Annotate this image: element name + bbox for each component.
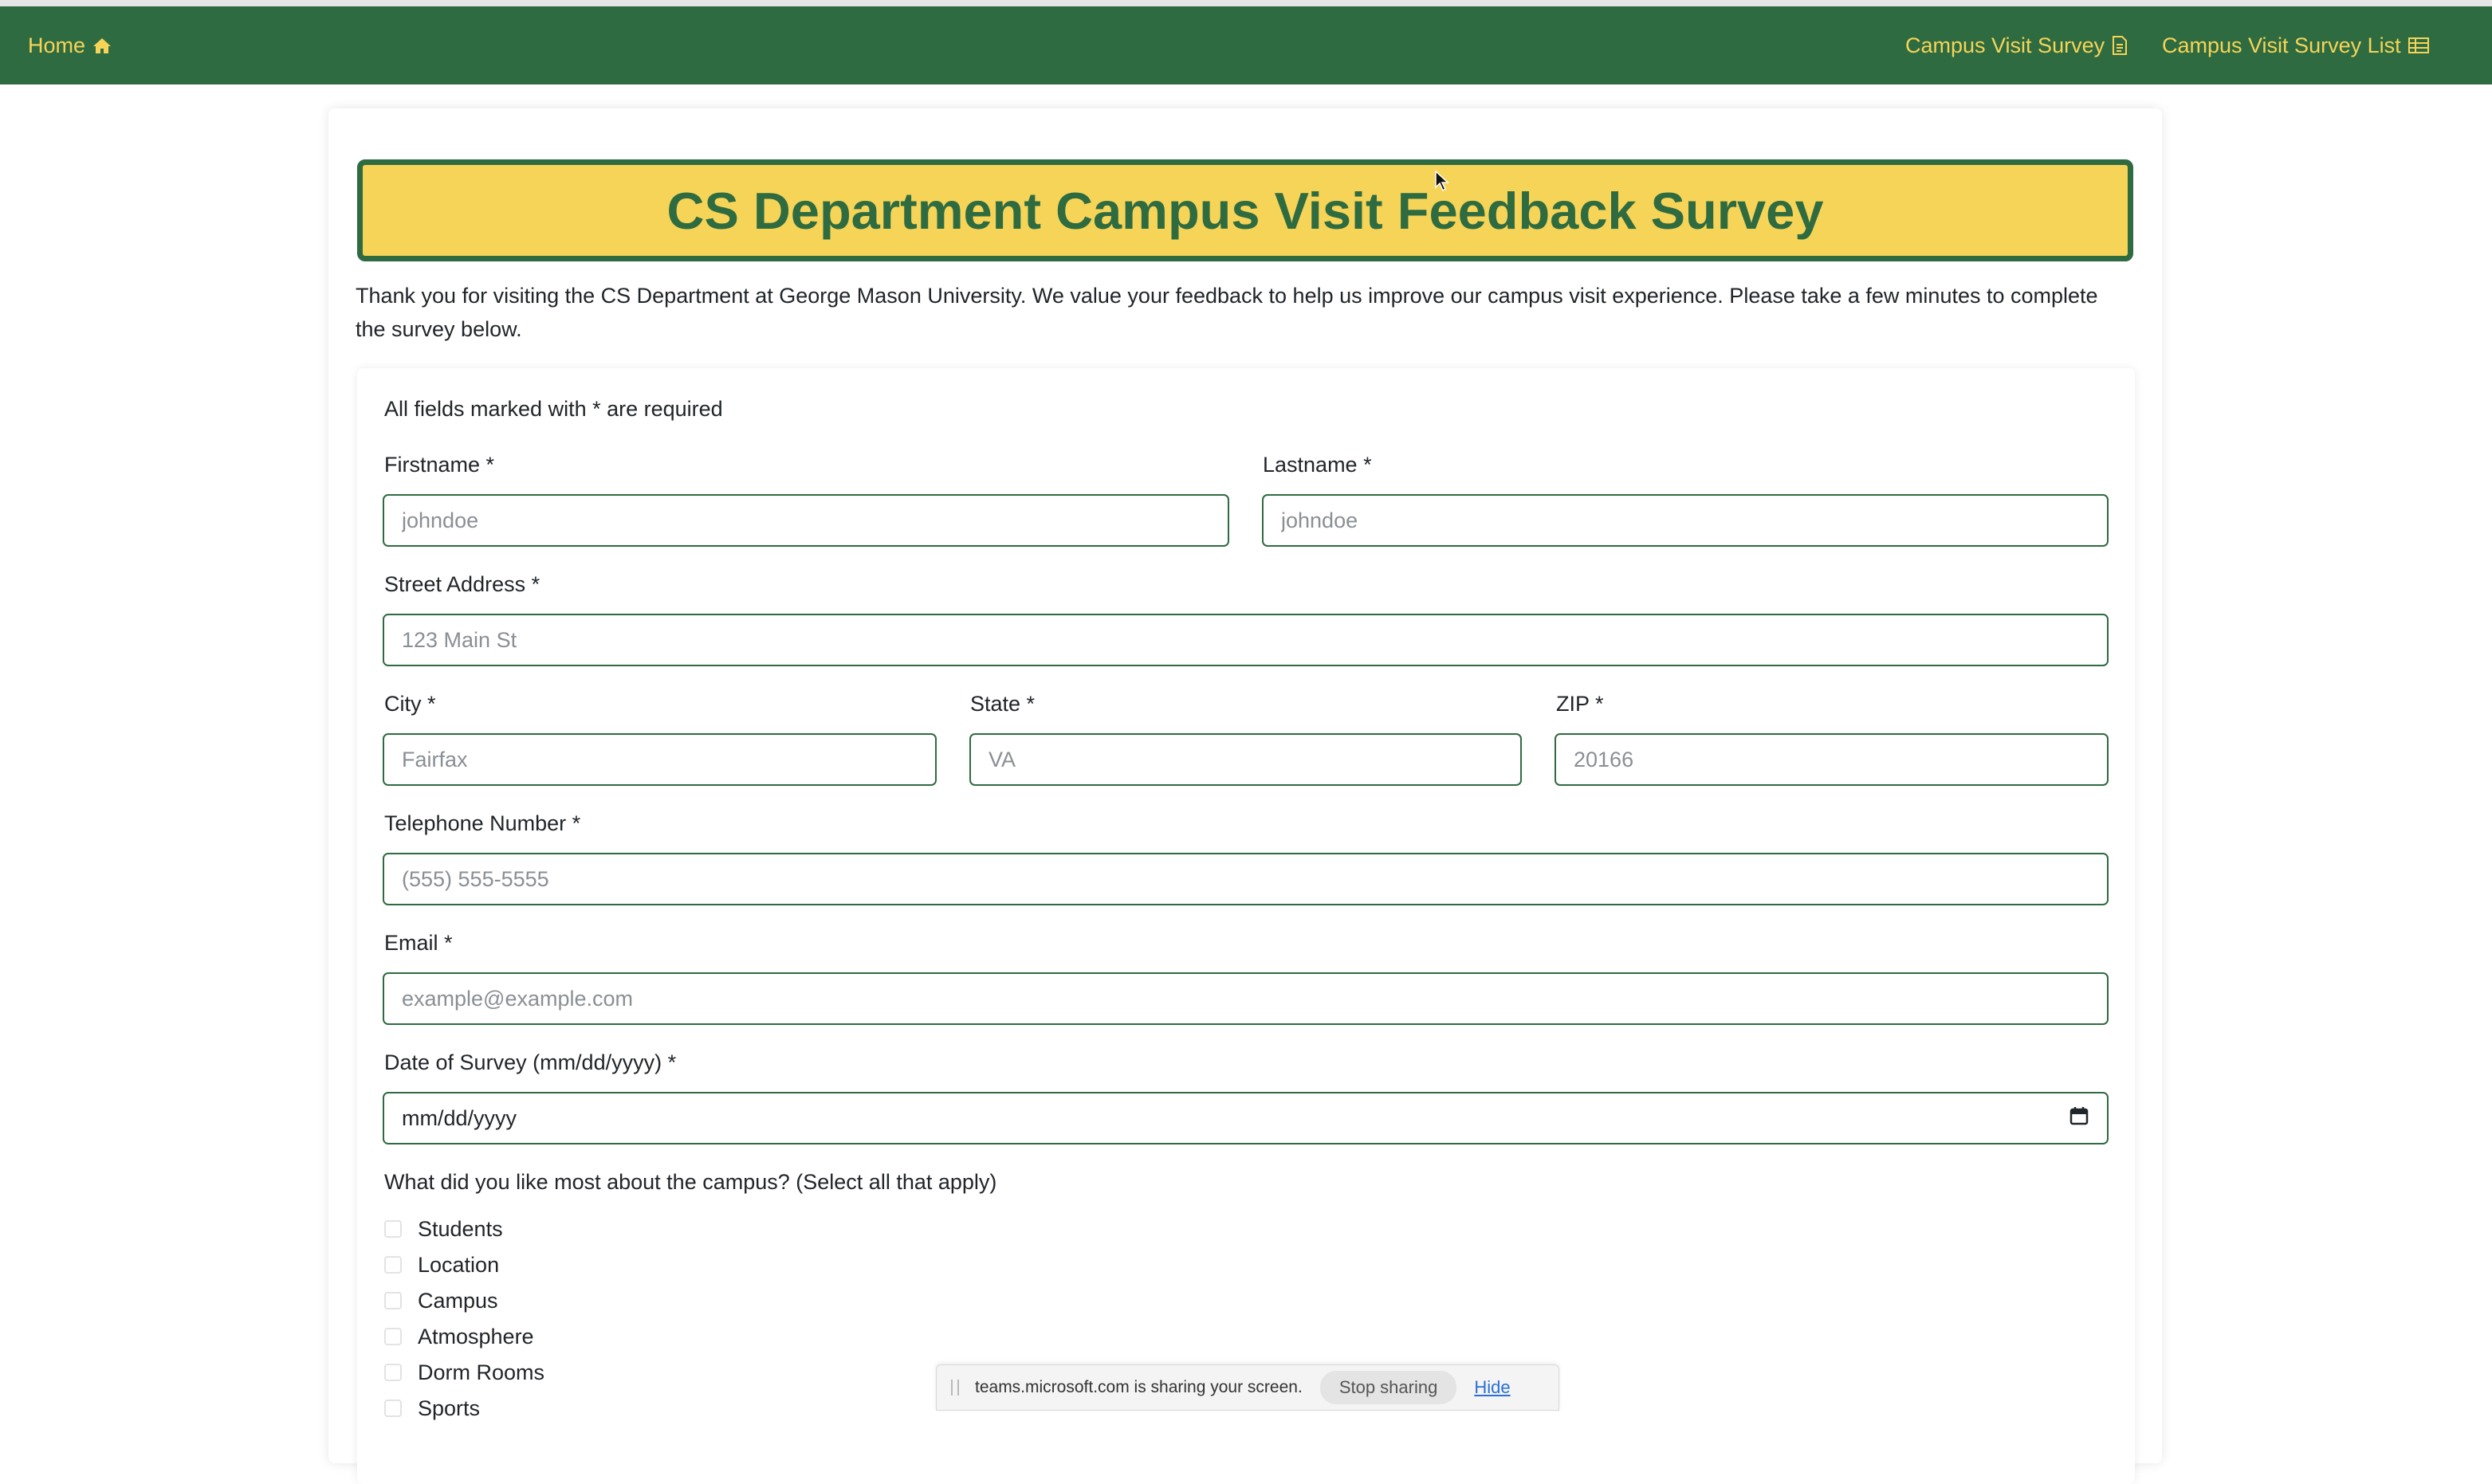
option-label: Students: [418, 1216, 503, 1241]
email-label: Email *: [384, 931, 453, 955]
screen-share-bar: teams.microsoft.com is sharing your scre…: [936, 1364, 1559, 1411]
checkbox[interactable]: [384, 1292, 402, 1309]
city-input[interactable]: [383, 733, 937, 786]
firstname-label: Firstname *: [384, 453, 495, 477]
option-label: Dorm Rooms: [418, 1360, 545, 1384]
date-placeholder: mm/dd/yyyy: [402, 1105, 517, 1130]
top-navbar: Home Campus Visit Survey Campus Visit Su…: [0, 6, 2492, 84]
nav-survey-link[interactable]: Campus Visit Survey: [1905, 6, 2128, 84]
checkbox[interactable]: [384, 1328, 402, 1345]
phone-label: Telephone Number *: [384, 811, 581, 835]
likes-question: What did you like most about the campus?…: [384, 1170, 997, 1194]
intro-text: Thank you for visiting the CS Department…: [356, 284, 2098, 341]
zip-label: ZIP *: [1556, 692, 1604, 716]
option-label: Atmosphere: [418, 1324, 534, 1349]
phone-input[interactable]: [383, 853, 2109, 905]
date-label: Date of Survey (mm/dd/yyyy) *: [384, 1050, 677, 1074]
page-title: CS Department Campus Visit Feedback Surv…: [666, 181, 1824, 240]
title-banner: CS Department Campus Visit Feedback Surv…: [357, 159, 2133, 261]
zip-input[interactable]: [1555, 733, 2109, 786]
nav-list-label: Campus Visit Survey List: [2162, 33, 2401, 57]
required-note: All fields marked with * are required: [384, 397, 723, 421]
checkbox[interactable]: [384, 1364, 402, 1381]
nav-list-link[interactable]: Campus Visit Survey List: [2162, 6, 2430, 84]
mouse-cursor-icon: [1435, 170, 1449, 195]
street-label: Street Address *: [384, 572, 540, 596]
checkbox[interactable]: [384, 1256, 402, 1274]
likes-option-location[interactable]: Location: [384, 1249, 499, 1281]
checkbox[interactable]: [384, 1400, 402, 1417]
home-icon: [92, 37, 112, 54]
lastname-input[interactable]: [1262, 494, 2109, 547]
nav-home-link[interactable]: Home: [28, 6, 112, 84]
option-label: Location: [418, 1252, 500, 1277]
drag-handle-icon[interactable]: [951, 1380, 959, 1396]
option-label: Campus: [418, 1288, 498, 1313]
email-input[interactable]: [383, 972, 2109, 1025]
option-label: Sports: [418, 1396, 481, 1420]
likes-option-campus[interactable]: Campus: [384, 1285, 498, 1317]
state-input[interactable]: [969, 733, 1522, 786]
street-input[interactable]: [383, 614, 2109, 666]
checkbox[interactable]: [384, 1220, 402, 1238]
city-label: City *: [384, 692, 436, 716]
table-icon: [2407, 37, 2430, 54]
likes-option-dorm-rooms[interactable]: Dorm Rooms: [384, 1356, 544, 1388]
nav-home-label: Home: [28, 33, 86, 57]
nav-survey-label: Campus Visit Survey: [1905, 33, 2105, 57]
share-message: teams.microsoft.com is sharing your scre…: [975, 1378, 1303, 1396]
document-icon: [2111, 35, 2128, 56]
state-label: State *: [970, 692, 1036, 716]
date-input[interactable]: mm/dd/yyyy: [383, 1092, 2109, 1144]
window-top-strip: [0, 0, 2492, 6]
lastname-label: Lastname *: [1263, 453, 1372, 477]
likes-option-students[interactable]: Students: [384, 1213, 503, 1245]
firstname-input[interactable]: [383, 494, 1229, 547]
likes-option-atmosphere[interactable]: Atmosphere: [384, 1321, 534, 1352]
hide-link[interactable]: Hide: [1474, 1377, 1510, 1398]
likes-option-sports[interactable]: Sports: [384, 1392, 480, 1424]
calendar-icon[interactable]: [2069, 1105, 2089, 1132]
stop-sharing-button[interactable]: Stop sharing: [1319, 1371, 1457, 1404]
